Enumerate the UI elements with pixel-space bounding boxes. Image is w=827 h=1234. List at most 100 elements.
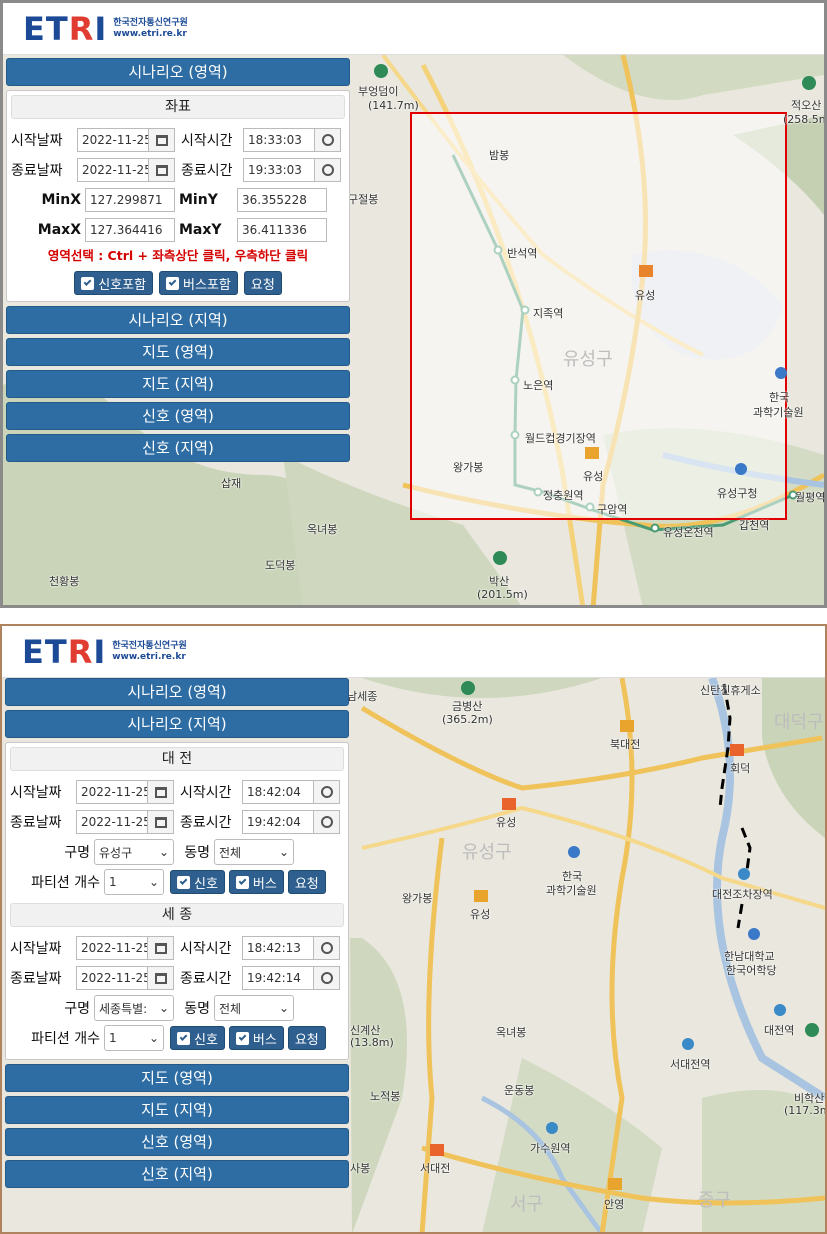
end-date-input[interactable]: 2022-11-25 (76, 810, 148, 834)
map-label: (117.3m) (784, 1104, 825, 1117)
start-time-input[interactable]: 18:33:03 (243, 128, 315, 152)
partition-select[interactable]: 1 ⌄ (104, 869, 164, 895)
gu-select[interactable]: 유성구 ⌄ (94, 839, 174, 865)
clock-button[interactable] (314, 936, 340, 960)
calendar-button[interactable] (148, 936, 174, 960)
map-label: 대전역 (764, 1024, 795, 1037)
calendar-button[interactable] (148, 966, 174, 990)
end-date-input[interactable]: 2022-11-25 (76, 966, 148, 990)
end-date-input[interactable]: 2022-11-25 (77, 158, 149, 182)
sidebar: 시나리오 (영역) 시나리오 (지역) 대 전 시작날짜 2022-11-25 … (5, 678, 349, 1192)
signal-button[interactable]: 신호 (170, 870, 225, 894)
map-label: 옥녀봉 (496, 1026, 527, 1039)
accordion-scenario-area[interactable]: 시나리오 (영역) (5, 678, 349, 706)
bus-include-button[interactable]: 버스포함 (159, 271, 238, 295)
end-time-input[interactable]: 19:42:14 (242, 966, 314, 990)
action-buttons: 신호포함 버스포함 요청 (11, 271, 345, 295)
accordion-signal-region[interactable]: 신호 (지역) (5, 1160, 349, 1188)
start-time-label: 시작시간 (180, 785, 232, 801)
maxx-input[interactable]: 127.364416 (85, 218, 175, 242)
clock-button[interactable] (314, 810, 340, 834)
request-button[interactable]: 요청 (287, 870, 326, 894)
check-icon (81, 276, 95, 290)
map-label: 박산 (489, 575, 510, 588)
map-label: 과학기술원 (753, 406, 804, 419)
calendar-icon (154, 942, 167, 954)
bus-label: 버스 (252, 1032, 277, 1048)
accordion-scenario-region[interactable]: 시나리오 (지역) (5, 710, 349, 738)
clock-button[interactable] (314, 966, 340, 990)
start-time-input[interactable]: 18:42:04 (242, 780, 314, 804)
start-row: 시작날짜 2022-11-25 시작시간 18:42:13 (10, 933, 344, 963)
check-icon (166, 276, 180, 290)
minx-label: MinX (41, 192, 82, 208)
calendar-icon (154, 972, 167, 984)
logo-text: ETRI (22, 633, 107, 671)
org-url: www.etri.re.kr (112, 652, 186, 662)
start-date-input[interactable]: 2022-11-25 (76, 780, 148, 804)
logo-text: ETRI (23, 10, 108, 48)
chevron-down-icon: ⌄ (148, 875, 159, 889)
partition-row: 파티션 개수 1 ⌄ 신호 버스 요청 (10, 867, 344, 897)
accordion-map-area[interactable]: 지도 (영역) (6, 338, 350, 366)
minx-input[interactable]: 127.299871 (85, 188, 175, 212)
calendar-button[interactable] (148, 780, 174, 804)
map-label: 회덕 (730, 762, 751, 775)
chevron-down-icon: ⌄ (278, 1001, 289, 1015)
gu-value: 세종특별: (99, 1001, 148, 1016)
clock-button[interactable] (315, 128, 341, 152)
partition-label: 파티션 개수 (31, 1031, 100, 1047)
end-time-input[interactable]: 19:33:03 (243, 158, 315, 182)
accordion-scenario-region[interactable]: 시나리오 (지역) (6, 306, 350, 334)
map-label: (141.7m) (368, 99, 419, 112)
accordion-map-area[interactable]: 지도 (영역) (5, 1064, 349, 1092)
accordion-scenario-area[interactable]: 시나리오 (영역) (6, 58, 350, 86)
map-label: 구절봉 (348, 193, 379, 206)
map-label: 삽재 (221, 477, 242, 490)
request-button[interactable]: 요청 (243, 271, 282, 295)
end-date-label: 종료날짜 (11, 163, 63, 179)
request-button[interactable]: 요청 (287, 1026, 326, 1050)
clock-icon (320, 816, 333, 828)
dong-select[interactable]: 전체 ⌄ (214, 839, 294, 865)
calendar-button[interactable] (149, 128, 175, 152)
map-label: 갑천역 (739, 519, 770, 532)
min-row: MinX 127.299871 MinY 36.355228 (11, 185, 345, 215)
start-time-input[interactable]: 18:42:13 (242, 936, 314, 960)
accordion-map-region[interactable]: 지도 (지역) (6, 370, 350, 398)
signal-button[interactable]: 신호 (170, 1026, 225, 1050)
partition-select[interactable]: 1 ⌄ (104, 1025, 164, 1051)
clock-button[interactable] (314, 780, 340, 804)
bus-button[interactable]: 버스 (228, 1026, 284, 1050)
map-label: 북대전 (610, 738, 641, 751)
start-date-input[interactable]: 2022-11-25 (77, 128, 149, 152)
accordion-signal-area[interactable]: 신호 (영역) (6, 402, 350, 430)
calendar-button[interactable] (149, 158, 175, 182)
bus-button[interactable]: 버스 (228, 870, 284, 894)
accordion-map-region[interactable]: 지도 (지역) (5, 1096, 349, 1124)
clock-button[interactable] (315, 158, 341, 182)
map-label: 옥녀봉 (307, 523, 338, 536)
miny-input[interactable]: 36.355228 (237, 188, 327, 212)
signal-include-label: 신호포함 (98, 277, 147, 293)
map-label: 서대전역 (670, 1058, 711, 1071)
accordion-signal-region[interactable]: 신호 (지역) (6, 434, 350, 462)
start-date-input[interactable]: 2022-11-25 (76, 936, 148, 960)
map-label: 서대전 (420, 1162, 451, 1175)
gu-select[interactable]: 세종특별: ⌄ (94, 995, 174, 1021)
clock-icon (321, 164, 334, 176)
max-row: MaxX 127.364416 MaxY 36.411336 (11, 215, 345, 245)
signal-include-button[interactable]: 신호포함 (74, 271, 154, 295)
org-name: 한국전자통신연구원 (113, 18, 188, 28)
calendar-button[interactable] (148, 810, 174, 834)
accordion-signal-area[interactable]: 신호 (영역) (5, 1128, 349, 1156)
clock-icon (320, 942, 333, 954)
miny-label: MinY (179, 192, 218, 208)
map-label: 월평역 (795, 491, 824, 504)
gu-value: 유성구 (99, 845, 133, 860)
maxy-input[interactable]: 36.411336 (237, 218, 327, 242)
dong-select[interactable]: 전체 ⌄ (214, 995, 294, 1021)
map-label: 유성 (470, 908, 491, 921)
map-label: 한국 (769, 391, 790, 404)
end-time-input[interactable]: 19:42:04 (242, 810, 314, 834)
